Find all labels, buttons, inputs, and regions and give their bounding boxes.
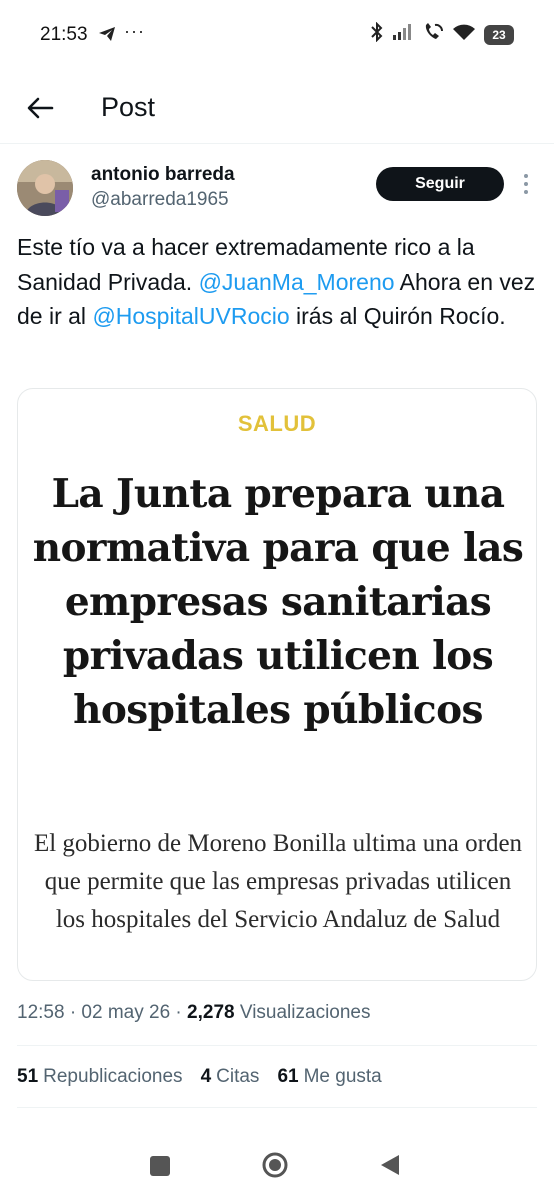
avatar-image — [17, 160, 73, 216]
reposts-count: 51 — [17, 1066, 39, 1087]
reposts-label: Republicaciones — [43, 1066, 183, 1087]
wifi-call-icon — [422, 22, 444, 47]
tweet-timestamp: 12:58 · 02 may 26 · — [17, 1002, 188, 1023]
likes-label: Me gusta — [303, 1066, 382, 1087]
wifi-icon — [452, 23, 476, 46]
likes-count: 61 — [277, 1066, 299, 1087]
battery-icon: 23 — [484, 24, 514, 45]
media-section-label: SALUD — [237, 411, 317, 436]
avatar[interactable] — [17, 160, 73, 216]
divider — [17, 1107, 537, 1108]
bluetooth-icon — [370, 21, 384, 47]
media-subheadline: El gobierno de Moreno Bonilla ultima una… — [33, 830, 523, 933]
system-nav-bar — [0, 1136, 554, 1200]
telegram-icon — [98, 26, 116, 47]
tweet-meta: 12:58 · 02 may 26 · 2,278 Visualizacione… — [17, 1002, 371, 1024]
tweet-text: Este tío va a hacer extremadamente rico … — [17, 230, 542, 334]
quotes-stat[interactable]: 4 Citas — [201, 1066, 260, 1088]
views-label: Visualizaciones — [234, 1002, 371, 1023]
author-name[interactable]: antonio barreda — [91, 164, 235, 186]
more-options-icon[interactable] — [518, 170, 534, 198]
mention-link[interactable]: @JuanMa_Moreno — [199, 269, 395, 295]
views-count: 2,278 — [187, 1002, 235, 1023]
author-handle[interactable]: @abarreda1965 — [91, 189, 229, 211]
tweet-text-part: irás al Quirón Rocío. — [289, 303, 506, 329]
quotes-count: 4 — [200, 1066, 212, 1087]
home-circle-icon — [262, 1152, 288, 1178]
status-bar: 21:53 ··· 23 — [0, 0, 554, 70]
follow-button[interactable]: Seguir — [376, 167, 504, 201]
recents-button[interactable] — [150, 1156, 170, 1176]
status-time: 21:53 — [40, 24, 88, 45]
mention-link[interactable]: @HospitalUVRocio — [92, 303, 289, 329]
page-title: Post — [101, 92, 156, 122]
likes-stat[interactable]: 61 Me gusta — [277, 1066, 381, 1088]
divider — [17, 1045, 537, 1046]
back-nav-button[interactable] — [379, 1153, 401, 1177]
arrow-left-icon — [27, 97, 54, 119]
media-image[interactable]: SALUD La Junta prepara una normativa par… — [17, 388, 537, 981]
media-headline: La Junta prepara una normativa para que … — [32, 471, 524, 733]
status-icons: 23 — [370, 21, 514, 47]
quotes-label: Citas — [216, 1066, 260, 1087]
back-button[interactable] — [22, 90, 58, 126]
reposts-stat[interactable]: 51 Republicaciones — [17, 1066, 183, 1088]
engagement-stats: 51 Republicaciones 4 Citas 61 Me gusta — [17, 1066, 382, 1088]
top-header: Post — [0, 70, 554, 144]
status-more-dots: ··· — [124, 21, 145, 41]
back-triangle-icon — [381, 1155, 399, 1175]
home-button[interactable] — [261, 1151, 289, 1179]
signal-icon — [392, 23, 414, 46]
